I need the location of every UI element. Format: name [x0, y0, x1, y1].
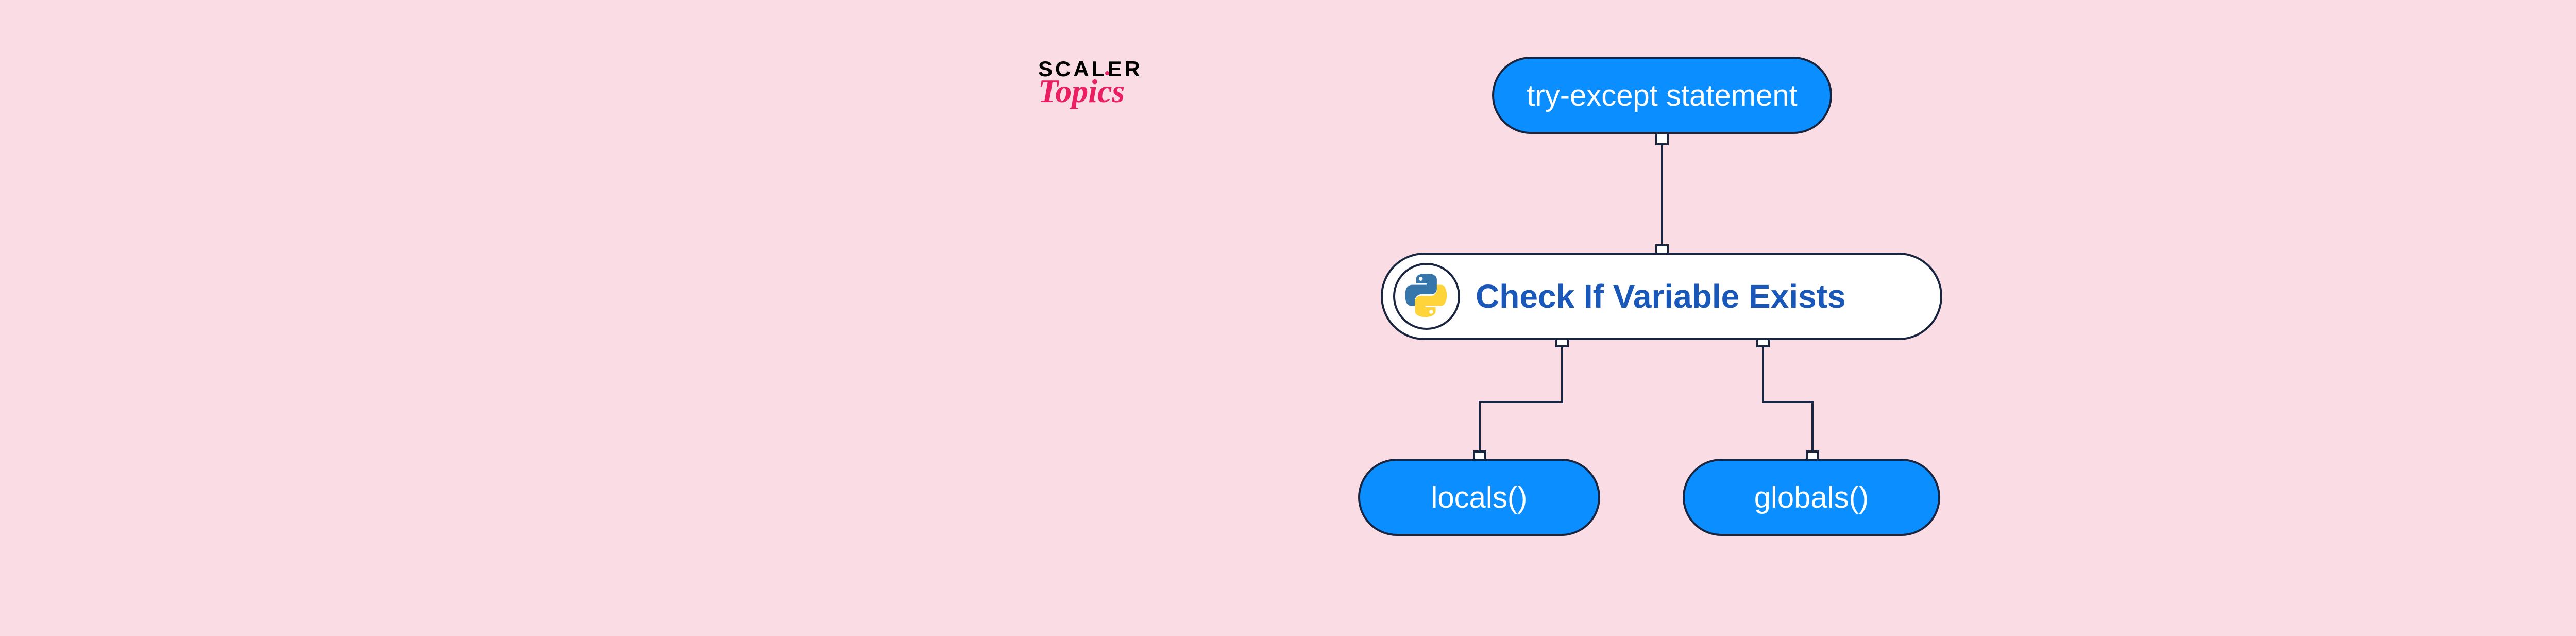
node-try-except: try-except statement [1492, 57, 1832, 134]
diagram-canvas: SCALER Topics try-except statement [927, 0, 2164, 636]
connector-bottom-right-h [1762, 401, 1814, 403]
connector-bottom-left-v1 [1561, 340, 1563, 402]
node-locals: locals() [1358, 459, 1600, 536]
node-globals-label: globals() [1754, 480, 1869, 515]
node-locals-label: locals() [1431, 480, 1528, 515]
node-check-variable-label: Check If Variable Exists [1476, 277, 1846, 315]
python-icon [1393, 263, 1460, 330]
scaler-topics-logo: SCALER Topics [1038, 57, 1143, 110]
connector-top [1661, 134, 1663, 253]
python-logo-svg [1403, 273, 1450, 320]
node-check-variable: Check If Variable Exists [1381, 253, 1942, 340]
connector-bottom-right-v1 [1762, 340, 1764, 402]
flowchart: try-except statement Check If Variable E… [1329, 57, 1947, 572]
logo-line2: Topics [1038, 72, 1125, 110]
node-globals: globals() [1683, 459, 1940, 536]
connector-bottom-left-h [1480, 401, 1563, 403]
node-try-except-label: try-except statement [1527, 78, 1797, 113]
